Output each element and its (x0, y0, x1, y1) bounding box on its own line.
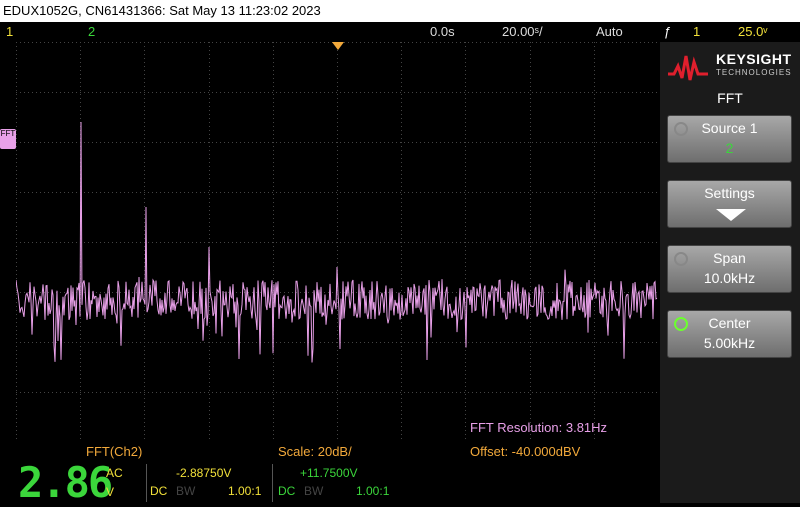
softkey-label: Settings (704, 185, 755, 201)
menu-title: FFT (717, 90, 743, 106)
keysight-wave-icon (668, 55, 708, 81)
fft-marker-icon[interactable]: FFT (0, 129, 16, 149)
brand-sub: TECHNOLOGIES (716, 68, 792, 77)
keysight-logo-icon: KEYSIGHT TECHNOLOGIES (668, 46, 792, 86)
fft-offset: Offset: -40.000dBV (470, 444, 581, 459)
softkey-value: 10.0kHz (703, 270, 756, 286)
measurement-value: 2.86 (18, 458, 113, 507)
title-bar: EDUX1052G, CN61431366: Sat May 13 11:23:… (0, 0, 800, 22)
channel2-indicator[interactable]: 2 (88, 22, 95, 41)
settings-softkey[interactable]: Settings (667, 180, 792, 228)
channel1-indicator[interactable]: 1 (6, 22, 13, 41)
fft-scale: Scale: 20dB/ (278, 444, 352, 459)
softkey-panel: KEYSIGHT TECHNOLOGIES FFT Source 1 2 Set… (660, 42, 800, 503)
ch1-coupling: DC (150, 484, 168, 498)
settings-arrow-icon (716, 209, 746, 221)
softkey-label: Center (708, 315, 751, 331)
delay-value: 0.0s (430, 24, 455, 39)
trigger-edge-icon: ƒ (664, 24, 672, 39)
unit-label: V (106, 485, 115, 499)
softkey-label: Source 1 (701, 120, 758, 136)
softkey-label: Span (713, 250, 746, 266)
divider (272, 464, 273, 502)
graticule (16, 42, 658, 442)
source-softkey[interactable]: Source 1 2 (667, 115, 792, 163)
timebase-value: 20.00ˢ/ (502, 24, 543, 39)
status-bar: 1 2 0.0s 20.00ˢ/ Auto ƒ 1 25.0ᵛ (0, 22, 800, 41)
trigger-level: 25.0ᵛ (738, 24, 768, 39)
ch2-offset[interactable]: +11.7500V (300, 466, 358, 480)
trigger-marker-icon[interactable] (332, 42, 344, 50)
fft-resolution: FFT Resolution: 3.81Hz (470, 420, 608, 435)
span-softkey[interactable]: Span 10.0kHz (667, 245, 792, 293)
trigger-source: 1 (693, 24, 701, 39)
ch1-probe: 1.00:1 (228, 484, 262, 498)
trigger-mode: Auto (596, 24, 623, 39)
title-text: EDUX1052G, CN61431366: Sat May 13 11:23:… (3, 3, 321, 18)
fft-marker-label: FFT (0, 129, 16, 138)
divider (146, 464, 147, 502)
center-softkey[interactable]: Center 5.00kHz (667, 310, 792, 358)
brand-name: KEYSIGHT (716, 51, 792, 67)
ch1-offset[interactable]: -2.88750V (176, 466, 231, 480)
softkey-value: 5.00kHz (703, 335, 756, 351)
channel-info-bar: 2.86 AC V -2.88750V +11.7500V DC BW 1.00… (0, 458, 660, 507)
ch1-bw: BW (176, 484, 196, 498)
ch2-probe: 1.00:1 (356, 484, 390, 498)
softkey-value: 2 (725, 140, 734, 156)
waveform-display[interactable]: FFT Resolution: 3.81Hz (16, 42, 658, 442)
ch2-bw: BW (304, 484, 324, 498)
ch2-coupling: DC (278, 484, 296, 498)
coupling-ac: AC (106, 466, 123, 480)
